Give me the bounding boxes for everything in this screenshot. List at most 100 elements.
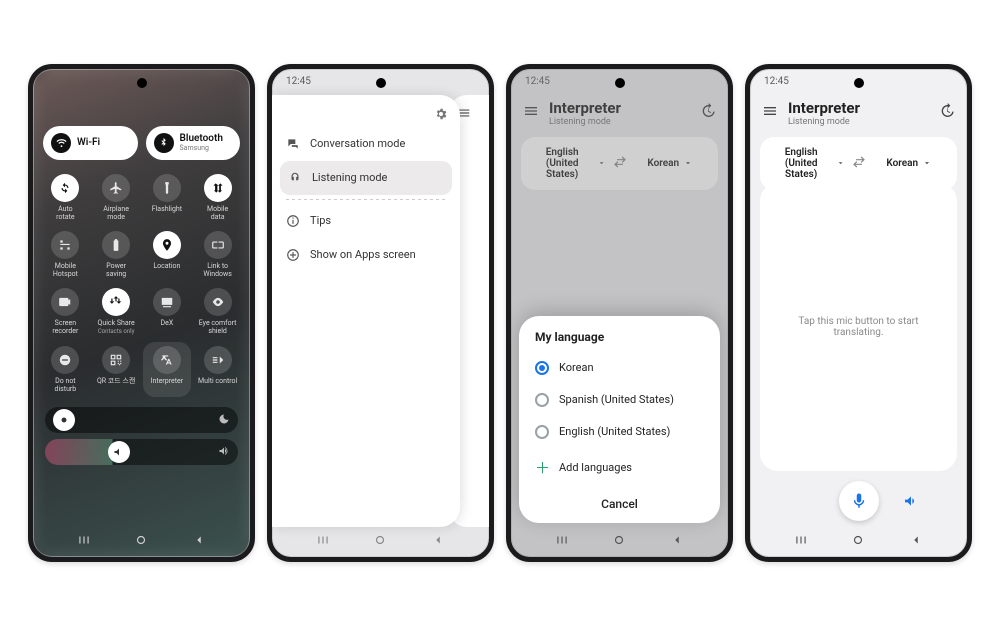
android-navbar (272, 527, 489, 557)
home-button[interactable] (851, 532, 865, 551)
back-button[interactable] (670, 532, 684, 551)
radio-icon (535, 361, 549, 375)
interp-icon (153, 346, 181, 374)
back-button[interactable] (192, 532, 206, 551)
blur-layer: Wi-Fi Bluetooth Samsung Autorotate Airpla… (33, 69, 250, 557)
home-button[interactable] (373, 532, 387, 551)
rotate-icon (51, 174, 79, 202)
pin-icon (153, 231, 181, 259)
language-option[interactable]: English (United States) (535, 416, 704, 448)
wifi-pill[interactable]: Wi-Fi (43, 126, 138, 160)
chevron-down-icon (836, 158, 845, 168)
tips-icon (286, 214, 300, 228)
volume-slider[interactable] (45, 439, 238, 465)
drawer-item[interactable]: Show on Apps screen (272, 238, 460, 272)
language-option-label: English (United States) (559, 425, 670, 438)
android-navbar (750, 527, 967, 557)
qs-tile-rec[interactable]: Screenrecorder (41, 284, 90, 340)
qs-tile-dex[interactable]: DeX (143, 284, 192, 340)
camera-cutout (615, 78, 625, 88)
qs-tile-label: Autorotate (56, 205, 74, 221)
plus-icon: ＋ (535, 457, 549, 478)
hamburger-icon[interactable] (762, 103, 778, 123)
android-navbar (511, 527, 728, 557)
qs-tile-dnd[interactable]: Do notdisturb (41, 342, 90, 397)
bluetooth-sublabel: Samsung (180, 144, 223, 152)
qs-tile-label: Airplanemode (103, 205, 129, 221)
home-button[interactable] (612, 532, 626, 551)
camera-cutout (854, 78, 864, 88)
qs-tile-share[interactable]: Quick ShareContacts only (92, 284, 141, 340)
speaker-button[interactable] (897, 487, 925, 515)
qs-tile-interp[interactable]: Interpreter (143, 342, 192, 397)
qs-tile-battery[interactable]: Powersaving (92, 227, 141, 282)
language-card: English (United States) Korean (760, 137, 957, 190)
brightness-slider[interactable] (45, 407, 238, 433)
language-bottom-sheet: My language KoreanSpanish (United States… (519, 316, 720, 523)
action-buttons (750, 481, 967, 521)
sheet-title: My language (535, 330, 704, 344)
connectivity-pills: Wi-Fi Bluetooth Samsung (33, 126, 250, 166)
quick-settings-grid: Autorotate Airplanemode Flashlight Mobileda… (33, 166, 250, 401)
history-icon[interactable] (939, 103, 955, 123)
clock: 12:45 (286, 76, 311, 87)
qs-tile-qr[interactable]: QR 코드 스캔 (92, 342, 141, 397)
drawer-item[interactable]: Conversation mode (272, 127, 460, 161)
recents-button[interactable] (555, 532, 569, 551)
add-languages[interactable]: ＋Add languages (535, 448, 704, 487)
qs-tile-label: QR 코드 스캔 (97, 377, 135, 393)
qs-tile-label: Eye comfortshield (199, 319, 237, 335)
add-icon (286, 248, 300, 262)
link-icon (204, 231, 232, 259)
radio-icon (535, 425, 549, 439)
mic-button[interactable] (839, 481, 879, 521)
qs-tile-pin[interactable]: Location (143, 227, 192, 282)
qs-tile-link[interactable]: Link toWindows (193, 227, 242, 282)
brightness-knob[interactable] (53, 409, 75, 431)
qs-tile-eye[interactable]: Eye comfortshield (193, 284, 242, 340)
qs-tile-multi[interactable]: Multi control (193, 342, 242, 397)
dex-icon (153, 288, 181, 316)
swap-icon[interactable] (852, 154, 866, 173)
hotspot-icon (51, 231, 79, 259)
target-language[interactable]: Korean (872, 158, 948, 169)
drawer-item[interactable]: Listening mode (280, 161, 452, 195)
cancel-button[interactable]: Cancel (535, 487, 704, 517)
back-button[interactable] (909, 532, 923, 551)
qs-tile-data[interactable]: Mobiledata (193, 170, 242, 225)
qs-tile-rotate[interactable]: Autorotate (41, 170, 90, 225)
bluetooth-icon (154, 133, 174, 153)
language-options: KoreanSpanish (United States) English (Un… (535, 352, 704, 448)
recents-button[interactable] (77, 532, 91, 551)
drawer-settings[interactable] (272, 105, 460, 127)
qs-tile-label: Mobiledata (207, 205, 228, 221)
listen-icon (288, 171, 302, 185)
bluetooth-pill[interactable]: Bluetooth Samsung (146, 126, 241, 160)
dnd-icon (51, 346, 79, 374)
qs-tile-hotspot[interactable]: MobileHotspot (41, 227, 90, 282)
back-button[interactable] (431, 532, 445, 551)
torch-icon (153, 174, 181, 202)
qs-tile-label: Location (153, 262, 180, 278)
qs-tile-torch[interactable]: Flashlight (143, 170, 192, 225)
empty-state-hint: Tap this mic button to start translating… (778, 316, 939, 338)
phone-quick-settings: Wi-Fi Bluetooth Samsung Autorotate Airpla… (28, 64, 255, 562)
qs-tile-plane[interactable]: Airplanemode (92, 170, 141, 225)
camera-cutout (137, 78, 147, 88)
qs-tile-label: Screenrecorder (52, 319, 78, 335)
home-button[interactable] (134, 532, 148, 551)
qs-tile-label: Link toWindows (203, 262, 232, 278)
volume-knob[interactable] (108, 441, 130, 463)
recents-button[interactable] (794, 532, 808, 551)
source-language[interactable]: English (United States) (770, 147, 846, 180)
language-option[interactable]: Korean (535, 352, 704, 384)
recents-button[interactable] (316, 532, 330, 551)
volume-icon[interactable] (218, 442, 230, 461)
plane-icon (102, 174, 130, 202)
drawer-item[interactable]: Tips (272, 204, 460, 238)
dark-mode-icon[interactable] (218, 410, 230, 429)
qs-tile-label: Interpreter (151, 377, 183, 393)
wifi-icon (51, 133, 71, 153)
qs-tile-label: Quick ShareContacts only (98, 319, 135, 336)
language-option[interactable]: Spanish (United States) (535, 384, 704, 416)
